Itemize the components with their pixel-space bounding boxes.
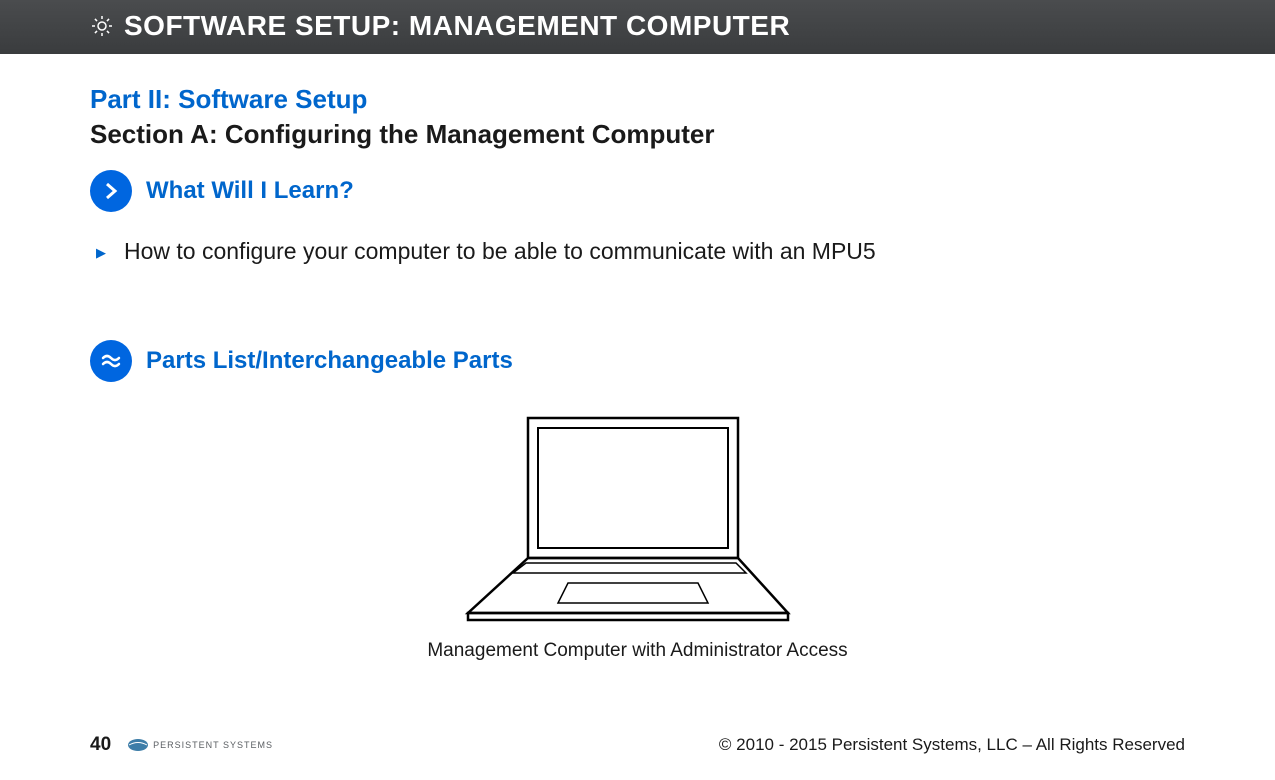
laptop-icon [448,408,828,628]
parts-label: Parts List/Interchangeable Parts [146,347,513,375]
learn-section-header: What Will I Learn? [90,170,1185,212]
footer-left: 40 PERSISTENT SYSTEMS [90,734,273,756]
chevron-right-icon [90,170,132,212]
logo-text: PERSISTENT SYSTEMS [153,740,273,750]
part-title: Part II: Software Setup [90,84,1185,115]
learn-label: What Will I Learn? [146,177,354,205]
approx-icon [90,340,132,382]
section-title: Section A: Configuring the Management Co… [90,119,1185,150]
bullet-marker-icon: ▶ [96,245,106,261]
copyright: © 2010 - 2015 Persistent Systems, LLC – … [719,735,1185,755]
logo-swoosh-icon [127,738,149,752]
bullet-text: How to configure your computer to be abl… [124,238,876,265]
page-number: 40 [90,734,111,756]
parts-image: Management Computer with Administrator A… [90,408,1185,662]
company-logo: PERSISTENT SYSTEMS [127,738,273,752]
header-title: SOFTWARE SETUP: MANAGEMENT COMPUTER [124,10,790,42]
content: Part II: Software Setup Section A: Confi… [0,54,1275,662]
image-caption: Management Computer with Administrator A… [90,640,1185,662]
header-bar: SOFTWARE SETUP: MANAGEMENT COMPUTER [0,0,1275,54]
bullet-item: ▶ How to configure your computer to be a… [90,238,1185,265]
parts-section: Parts List/Interchangeable Parts Managem… [90,340,1185,662]
gear-icon [90,14,114,38]
header-title-row: SOFTWARE SETUP: MANAGEMENT COMPUTER [90,10,1185,42]
parts-section-header: Parts List/Interchangeable Parts [90,340,1185,382]
footer: 40 PERSISTENT SYSTEMS © 2010 - 2015 Pers… [0,734,1275,756]
